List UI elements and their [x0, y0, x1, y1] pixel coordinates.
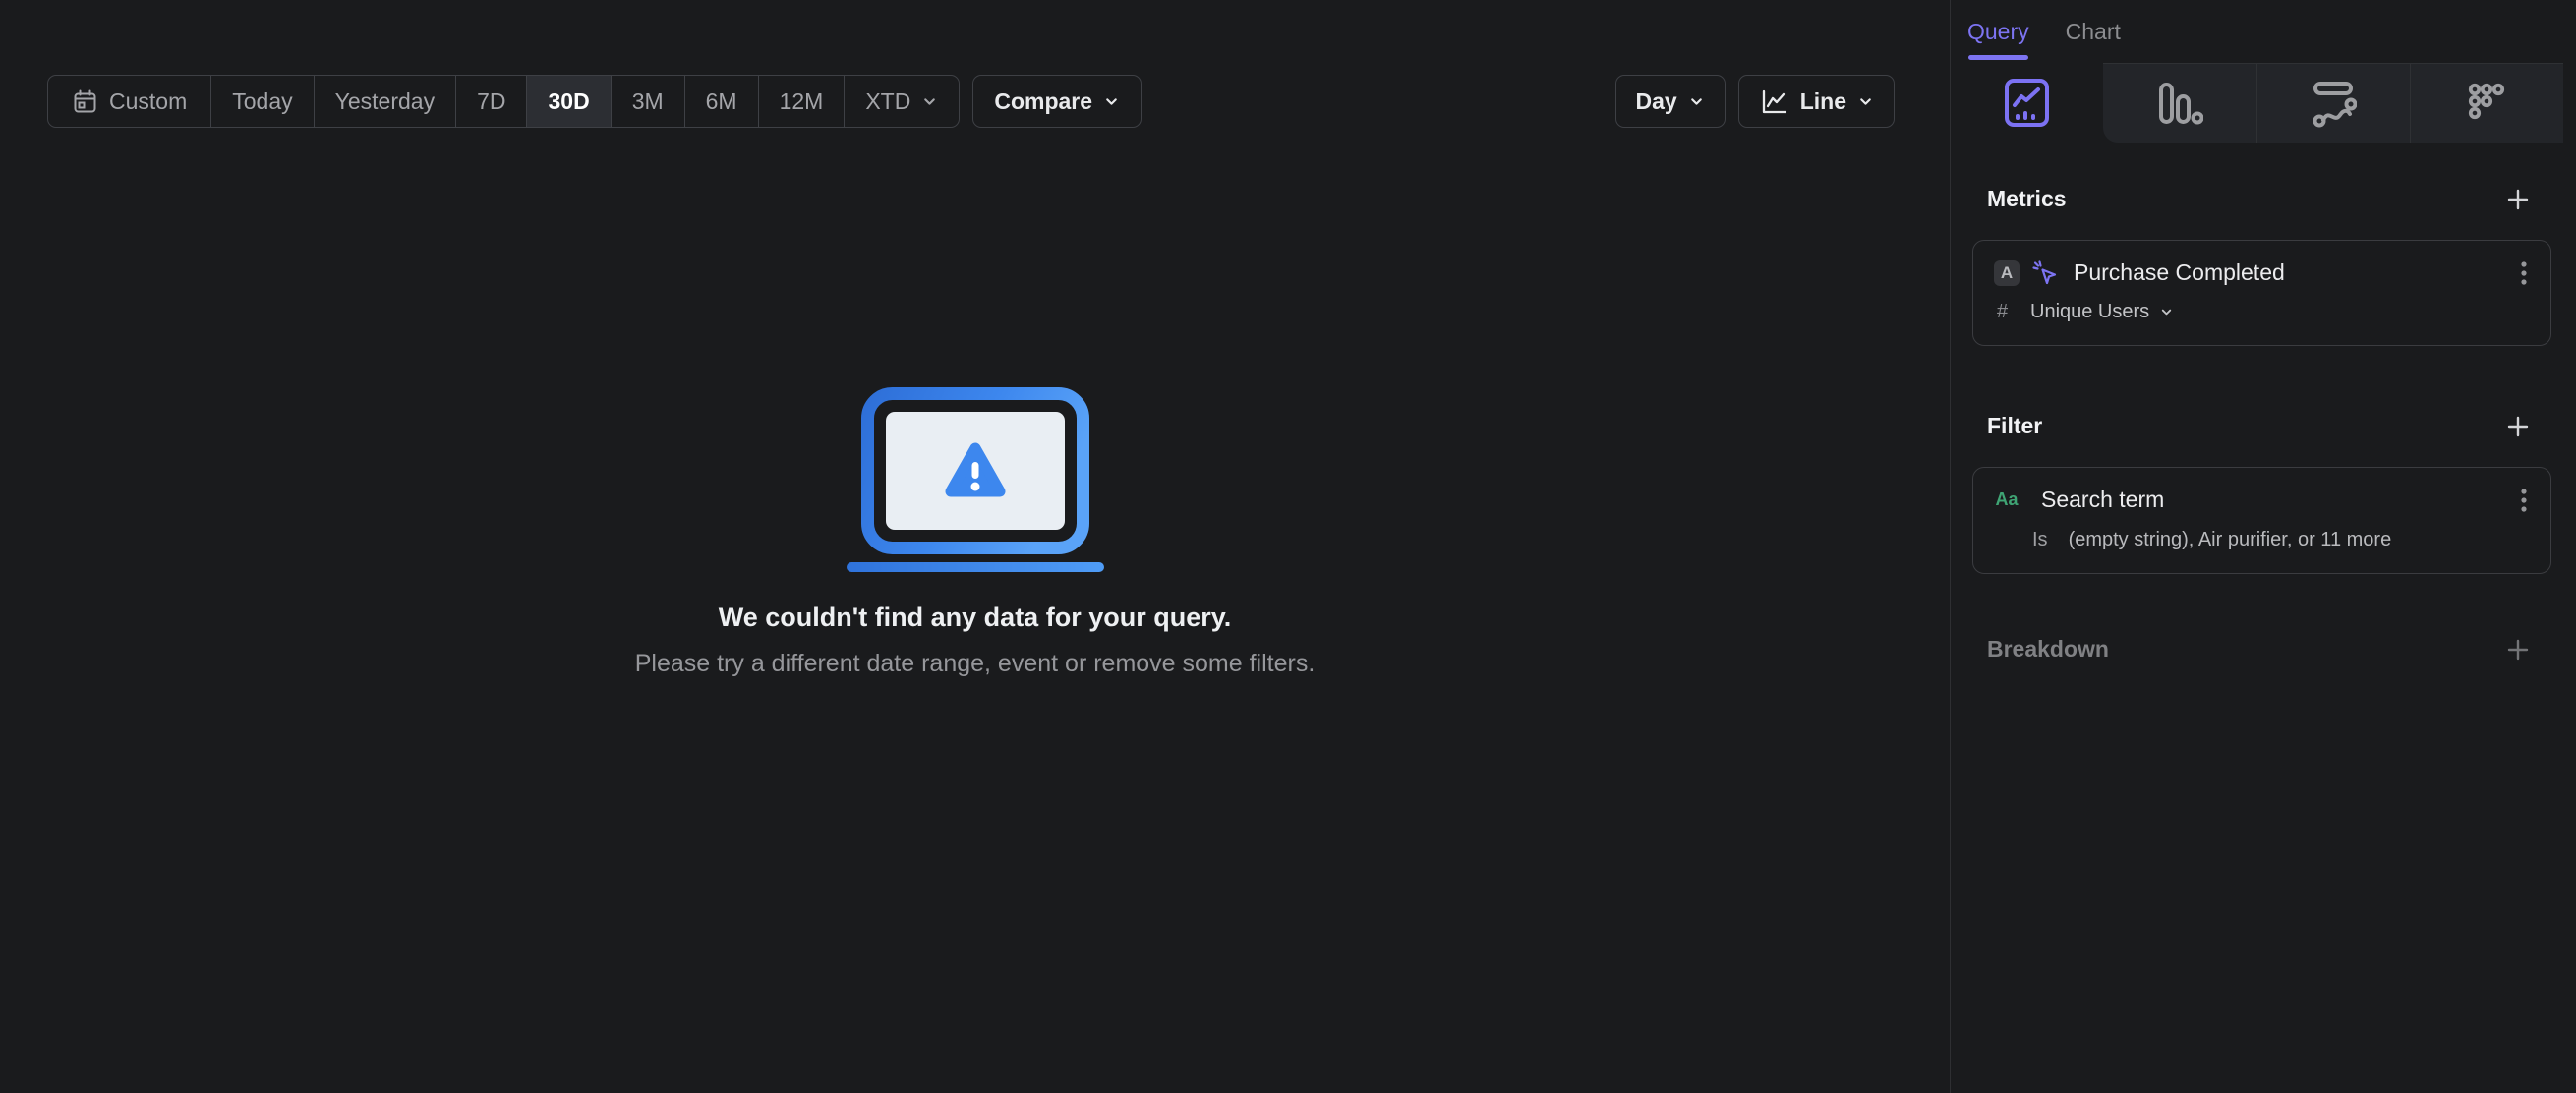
tab-chart[interactable]: Chart [2066, 0, 2121, 63]
filter-values: (empty string), Air purifier, or 11 more [2068, 529, 2392, 550]
chart-type-button[interactable]: Line [1737, 75, 1895, 128]
plus-icon [2507, 416, 2529, 436]
line-chart-icon [1762, 89, 1786, 113]
date-range-label: 12M [779, 87, 824, 114]
date-range-label: 6M [705, 87, 737, 114]
kebab-menu-icon [2521, 260, 2527, 285]
date-range-yesterday[interactable]: Yesterday [313, 76, 455, 127]
sidebar-tab-bar: Query Chart [1951, 0, 2576, 63]
aggregation-dropdown[interactable]: Unique Users [2030, 301, 2174, 323]
no-data-laptop-warning-icon [846, 387, 1104, 572]
filter-options-button[interactable] [2516, 488, 2532, 513]
empty-state-title: We couldn't find any data for your query… [718, 603, 1232, 632]
plus-icon [2507, 639, 2529, 660]
aggregation-symbol: # [1997, 301, 2009, 322]
insights-line-icon [2005, 79, 2050, 127]
display-controls: Day Line [1614, 75, 1895, 128]
view-tab-grid-dots[interactable] [2409, 63, 2563, 143]
empty-state-subtitle: Please try a different date range, event… [634, 650, 1316, 677]
tab-chart-label: Chart [2065, 18, 2121, 44]
grid-dots-icon [2468, 83, 2504, 120]
metric-letter-badge: A [1994, 259, 2020, 286]
chart-toolbar: Custom Today Yesterday 7D 30D 3M 6M 12M … [47, 75, 1895, 128]
plus-icon [2507, 189, 2529, 209]
breakdown-title: Breakdown [1987, 636, 2109, 662]
breakdown-section-header: Breakdown [1987, 636, 2531, 662]
date-range-label: Yesterday [334, 87, 436, 114]
date-range-custom[interactable]: Custom [48, 76, 210, 127]
filter-property-name: Search term [2041, 487, 2165, 512]
date-range-segmented-control: Custom Today Yesterday 7D 30D 3M 6M 12M … [47, 75, 961, 128]
filter-operator: Is [2032, 529, 2048, 550]
filter-card[interactable]: Aa Search term Is (empty string), Air pu… [1972, 467, 2551, 574]
add-metric-button[interactable] [2505, 187, 2531, 212]
date-controls: Custom Today Yesterday 7D 30D 3M 6M 12M … [47, 75, 1142, 128]
view-tab-flows[interactable] [2255, 63, 2410, 143]
metric-aggregation-row: # Unique Users [1994, 301, 2532, 323]
date-range-3m[interactable]: 3M [610, 76, 684, 127]
filter-section-header: Filter [1987, 413, 2531, 439]
tab-query[interactable]: Query [1967, 0, 2029, 63]
metrics-title: Metrics [1987, 186, 2067, 211]
granularity-label: Day [1635, 87, 1677, 114]
metric-card[interactable]: A Purchase Completed # Unique Users [1972, 240, 2551, 346]
chevron-down-icon [1106, 97, 1117, 105]
date-range-30d-selected[interactable]: 30D [526, 76, 611, 127]
filter-condition-row[interactable]: Is (empty string), Air purifier, or 11 m… [1994, 529, 2532, 551]
date-range-label: 3M [631, 87, 664, 114]
granularity-button[interactable]: Day [1614, 75, 1726, 128]
date-range-label: Today [232, 87, 293, 114]
view-tab-bar-chart[interactable] [2103, 63, 2256, 143]
filter-card-row: Aa Search term [1994, 487, 2532, 513]
date-range-label: 7D [477, 87, 506, 114]
date-range-label: 30D [548, 87, 590, 114]
chevron-down-icon [1860, 97, 1871, 105]
calendar-icon [74, 89, 96, 112]
chevron-down-icon [1690, 97, 1702, 105]
filter-title: Filter [1987, 413, 2043, 438]
tab-query-label: Query [1967, 18, 2029, 44]
metric-card-row: A Purchase Completed [1994, 259, 2532, 286]
aggregation-label: Unique Users [2030, 301, 2150, 322]
view-tab-insights-line[interactable] [1951, 63, 2103, 143]
flows-icon [2313, 82, 2357, 128]
compare-button[interactable]: Compare [972, 75, 1142, 128]
event-cursor-sparkle-icon [2032, 260, 2057, 285]
empty-state: We couldn't find any data for your query… [0, 385, 1950, 678]
date-range-6m[interactable]: 6M [683, 76, 758, 127]
date-range-xtd[interactable]: XTD [844, 76, 959, 127]
view-type-tab-bar [1951, 63, 2576, 143]
bar-chart-icon [2159, 83, 2204, 125]
property-type-badge: Aa [1995, 489, 2019, 509]
add-breakdown-button[interactable] [2505, 637, 2531, 662]
date-range-7d[interactable]: 7D [455, 76, 526, 127]
kebab-menu-icon [2521, 488, 2527, 512]
date-range-label: Custom [109, 87, 188, 114]
query-builder-sidebar: Query Chart Metrics A Purchase Completed… [1950, 0, 2576, 1093]
date-range-label: XTD [865, 87, 911, 114]
date-range-12m[interactable]: 12M [757, 76, 845, 127]
chevron-down-icon [924, 97, 936, 105]
query-canvas: Custom Today Yesterday 7D 30D 3M 6M 12M … [0, 0, 1950, 1093]
active-tab-underline [1968, 55, 2028, 60]
metric-event-name: Purchase Completed [2074, 259, 2285, 285]
date-range-today[interactable]: Today [210, 76, 313, 127]
metrics-section-header: Metrics [1987, 186, 2531, 212]
add-filter-button[interactable] [2505, 414, 2531, 439]
chevron-down-icon [2161, 309, 2172, 316]
chart-type-label: Line [1799, 87, 1846, 114]
compare-label: Compare [994, 87, 1093, 114]
metric-options-button[interactable] [2516, 260, 2532, 286]
